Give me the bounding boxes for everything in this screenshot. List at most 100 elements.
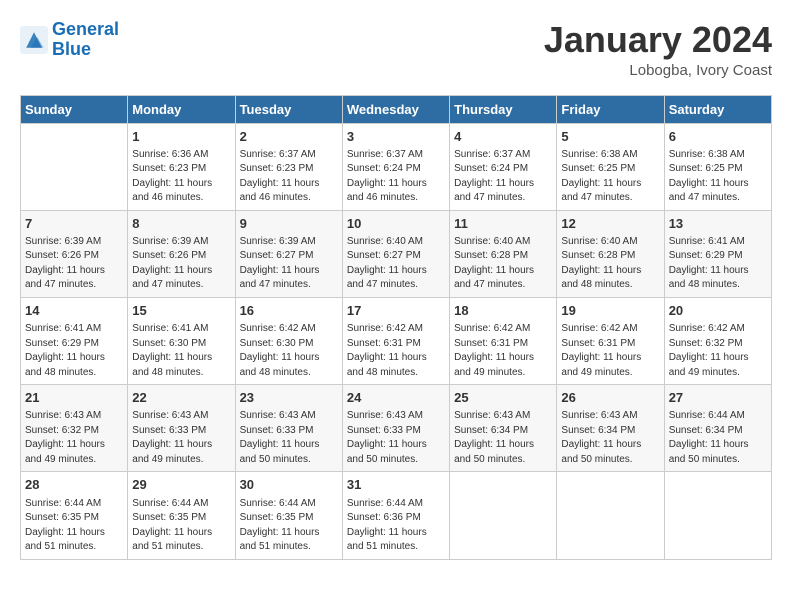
week-row-4: 21Sunrise: 6:43 AM Sunset: 6:32 PM Dayli… [21,385,772,472]
day-info: Sunrise: 6:42 AM Sunset: 6:32 PM Dayligh… [669,322,767,380]
day-info: Sunrise: 6:40 AM Sunset: 6:28 PM Dayligh… [454,235,552,293]
day-info: Sunrise: 6:38 AM Sunset: 6:25 PM Dayligh… [669,148,767,206]
day-cell [450,472,557,559]
calendar-table: SundayMondayTuesdayWednesdayThursdayFrid… [20,95,772,560]
day-number: 26 [561,389,659,407]
week-row-5: 28Sunrise: 6:44 AM Sunset: 6:35 PM Dayli… [21,472,772,559]
day-cell: 15 Sunrise: 6:41 AM Sunset: 6:30 PM Dayli… [128,297,235,384]
day-info: Sunrise: 6:43 AM Sunset: 6:33 PM Dayligh… [347,409,445,467]
day-number: 23 [240,389,338,407]
day-number: 2 [240,128,338,146]
day-cell: 12 Sunrise: 6:40 AM Sunset: 6:28 PM Dayli… [557,210,664,297]
day-number: 11 [454,215,552,233]
day-number: 17 [347,302,445,320]
logo-general: General [52,19,119,39]
col-header-wednesday: Wednesday [342,95,449,123]
day-info: Sunrise: 6:37 AM Sunset: 6:23 PM Dayligh… [240,148,338,206]
day-cell: 27Sunrise: 6:44 AM Sunset: 6:34 PM Dayli… [664,385,771,472]
header-row: SundayMondayTuesdayWednesdayThursdayFrid… [21,95,772,123]
day-number: 6 [669,128,767,146]
day-cell: 18 Sunrise: 6:42 AM Sunset: 6:31 PM Dayli… [450,297,557,384]
day-info: Sunrise: 6:44 AM Sunset: 6:35 PM Dayligh… [132,497,230,555]
day-cell [21,123,128,210]
day-cell [664,472,771,559]
day-cell [557,472,664,559]
day-info: Sunrise: 6:43 AM Sunset: 6:33 PM Dayligh… [240,409,338,467]
logo-icon [20,26,48,54]
day-cell: 5 Sunrise: 6:38 AM Sunset: 6:25 PM Daylig… [557,123,664,210]
day-info: Sunrise: 6:42 AM Sunset: 6:31 PM Dayligh… [561,322,659,380]
day-cell: 8Sunrise: 6:39 AM Sunset: 6:26 PM Daylig… [128,210,235,297]
day-number: 18 [454,302,552,320]
day-number: 14 [25,302,123,320]
day-info: Sunrise: 6:38 AM Sunset: 6:25 PM Dayligh… [561,148,659,206]
day-cell: 14Sunrise: 6:41 AM Sunset: 6:29 PM Dayli… [21,297,128,384]
day-info: Sunrise: 6:39 AM Sunset: 6:27 PM Dayligh… [240,235,338,293]
day-number: 3 [347,128,445,146]
day-cell: 13Sunrise: 6:41 AM Sunset: 6:29 PM Dayli… [664,210,771,297]
day-info: Sunrise: 6:43 AM Sunset: 6:34 PM Dayligh… [454,409,552,467]
col-header-monday: Monday [128,95,235,123]
day-number: 4 [454,128,552,146]
day-cell: 9Sunrise: 6:39 AM Sunset: 6:27 PM Daylig… [235,210,342,297]
day-cell: 10Sunrise: 6:40 AM Sunset: 6:27 PM Dayli… [342,210,449,297]
day-info: Sunrise: 6:43 AM Sunset: 6:34 PM Dayligh… [561,409,659,467]
day-number: 5 [561,128,659,146]
day-info: Sunrise: 6:43 AM Sunset: 6:32 PM Dayligh… [25,409,123,467]
location: Lobogba, Ivory Coast [544,62,772,79]
day-cell: 1 Sunrise: 6:36 AM Sunset: 6:23 PM Daylig… [128,123,235,210]
day-cell: 3Sunrise: 6:37 AM Sunset: 6:24 PM Daylig… [342,123,449,210]
day-info: Sunrise: 6:39 AM Sunset: 6:26 PM Dayligh… [25,235,123,293]
day-info: Sunrise: 6:40 AM Sunset: 6:28 PM Dayligh… [561,235,659,293]
day-info: Sunrise: 6:43 AM Sunset: 6:33 PM Dayligh… [132,409,230,467]
day-info: Sunrise: 6:44 AM Sunset: 6:36 PM Dayligh… [347,497,445,555]
day-number: 12 [561,215,659,233]
day-info: Sunrise: 6:42 AM Sunset: 6:30 PM Dayligh… [240,322,338,380]
week-row-3: 14Sunrise: 6:41 AM Sunset: 6:29 PM Dayli… [21,297,772,384]
title-block: January 2024 Lobogba, Ivory Coast [544,20,772,79]
col-header-thursday: Thursday [450,95,557,123]
day-info: Sunrise: 6:44 AM Sunset: 6:35 PM Dayligh… [240,497,338,555]
week-row-1: 1 Sunrise: 6:36 AM Sunset: 6:23 PM Daylig… [21,123,772,210]
day-number: 22 [132,389,230,407]
col-header-sunday: Sunday [21,95,128,123]
logo-blue: Blue [52,39,91,59]
day-number: 20 [669,302,767,320]
day-number: 29 [132,476,230,494]
day-cell: 21Sunrise: 6:43 AM Sunset: 6:32 PM Dayli… [21,385,128,472]
day-cell: 24 Sunrise: 6:43 AM Sunset: 6:33 PM Dayli… [342,385,449,472]
day-cell: 25 Sunrise: 6:43 AM Sunset: 6:34 PM Dayli… [450,385,557,472]
day-cell: 6 Sunrise: 6:38 AM Sunset: 6:25 PM Daylig… [664,123,771,210]
logo-text: General Blue [52,20,119,60]
day-cell: 7 Sunrise: 6:39 AM Sunset: 6:26 PM Daylig… [21,210,128,297]
page-header: General Blue January 2024 Lobogba, Ivory… [20,20,772,79]
day-number: 19 [561,302,659,320]
day-cell: 17 Sunrise: 6:42 AM Sunset: 6:31 PM Dayli… [342,297,449,384]
day-info: Sunrise: 6:44 AM Sunset: 6:35 PM Dayligh… [25,497,123,555]
day-cell: 19 Sunrise: 6:42 AM Sunset: 6:31 PM Dayli… [557,297,664,384]
day-cell: 23 Sunrise: 6:43 AM Sunset: 6:33 PM Dayli… [235,385,342,472]
day-info: Sunrise: 6:41 AM Sunset: 6:30 PM Dayligh… [132,322,230,380]
day-info: Sunrise: 6:42 AM Sunset: 6:31 PM Dayligh… [454,322,552,380]
col-header-tuesday: Tuesday [235,95,342,123]
logo: General Blue [20,20,119,60]
day-cell: 31 Sunrise: 6:44 AM Sunset: 6:36 PM Dayli… [342,472,449,559]
col-header-saturday: Saturday [664,95,771,123]
day-cell: 16Sunrise: 6:42 AM Sunset: 6:30 PM Dayli… [235,297,342,384]
day-number: 30 [240,476,338,494]
day-number: 31 [347,476,445,494]
day-number: 25 [454,389,552,407]
day-cell: 4Sunrise: 6:37 AM Sunset: 6:24 PM Daylig… [450,123,557,210]
day-cell: 30 Sunrise: 6:44 AM Sunset: 6:35 PM Dayli… [235,472,342,559]
day-info: Sunrise: 6:42 AM Sunset: 6:31 PM Dayligh… [347,322,445,380]
day-info: Sunrise: 6:39 AM Sunset: 6:26 PM Dayligh… [132,235,230,293]
week-row-2: 7 Sunrise: 6:39 AM Sunset: 6:26 PM Daylig… [21,210,772,297]
day-number: 1 [132,128,230,146]
day-number: 7 [25,215,123,233]
day-number: 15 [132,302,230,320]
col-header-friday: Friday [557,95,664,123]
day-number: 24 [347,389,445,407]
day-info: Sunrise: 6:36 AM Sunset: 6:23 PM Dayligh… [132,148,230,206]
day-info: Sunrise: 6:41 AM Sunset: 6:29 PM Dayligh… [669,235,767,293]
day-number: 27 [669,389,767,407]
